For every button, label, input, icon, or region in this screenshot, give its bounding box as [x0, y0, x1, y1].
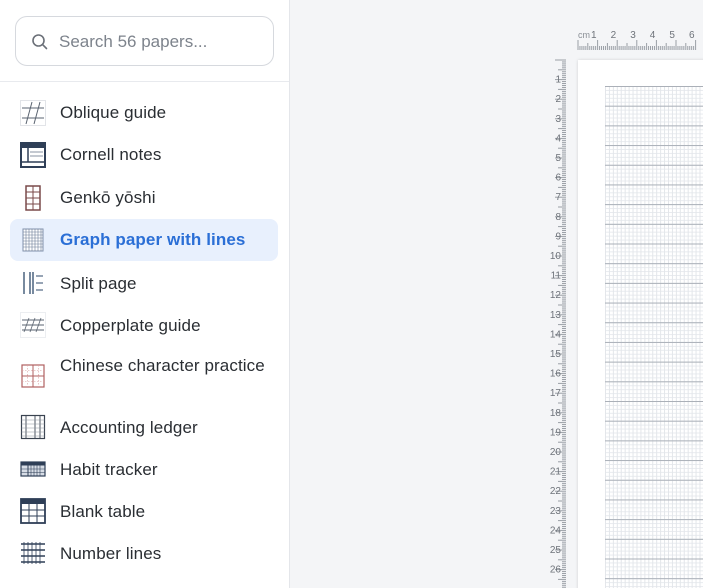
paper-sidebar: Oblique guide Cornell notes Genkō yōshi — [0, 0, 290, 588]
ruler-tick-label: 23 — [550, 506, 562, 517]
paper-item-habit-tracker[interactable]: Habit tracker — [10, 456, 278, 482]
chinese-character-practice-icon — [21, 364, 45, 388]
ruler-tick-label: 15 — [550, 349, 562, 360]
paper-label: Habit tracker — [60, 460, 158, 479]
ruler-tick-label: 9 — [555, 231, 561, 242]
ruler-tick-label: 21 — [550, 467, 562, 478]
paper-item-accounting-ledger[interactable]: Accounting ledger — [10, 414, 278, 440]
ruler-tick-label: 3 — [555, 114, 561, 125]
paper-item-number-lines[interactable]: Number lines — [10, 540, 278, 566]
ruler-tick-label: 1 — [591, 30, 597, 41]
accounting-ledger-icon — [20, 414, 46, 440]
graph-grid — [605, 86, 703, 588]
paper-label: Chinese character practice — [60, 356, 265, 375]
ruler-tick-label: 11 — [551, 271, 562, 282]
split-page-icon — [22, 271, 44, 295]
paper-item-split-page[interactable]: Split page — [10, 270, 278, 296]
ruler-tick-label: 14 — [550, 329, 562, 340]
habit-tracker-icon — [20, 461, 46, 477]
copperplate-guide-icon — [20, 312, 46, 338]
ruler-tick-label: 20 — [550, 447, 562, 458]
paper-item-cornell-notes[interactable]: Cornell notes — [10, 142, 278, 168]
ruler-tick-label: 6 — [555, 173, 561, 184]
ruler-tick-label: 19 — [550, 427, 562, 438]
ruler-tick-label: 6 — [689, 30, 695, 41]
paper-label: Accounting ledger — [60, 418, 198, 437]
ruler-tick-label: 22 — [550, 486, 562, 497]
ruler-tick-label: 16 — [550, 369, 562, 380]
paper-label: Split page — [60, 274, 137, 293]
cornell-notes-icon — [20, 142, 46, 168]
ruler-tick-label: 18 — [550, 408, 562, 419]
paper-label: Copperplate guide — [60, 316, 201, 335]
ruler-tick-label: 8 — [555, 212, 561, 223]
horizontal-ruler: cm 1 2 3 4 5 6 — [577, 30, 697, 50]
search-area — [0, 0, 289, 82]
ruler-tick-label: 3 — [630, 30, 636, 41]
ruler-tick-label: 5 — [555, 153, 561, 164]
preview-canvas: cm 123456 1 2 3 4 5 6 7 8 9 10 11 12 13 14 15 16 17 18 19 2… — [290, 0, 703, 588]
paper-preview — [578, 60, 703, 588]
paper-label: Cornell notes — [60, 145, 162, 164]
search-icon — [32, 34, 48, 50]
paper-item-chinese-character-practice[interactable]: Chinese character practice — [10, 352, 278, 400]
search-input[interactable] — [59, 27, 264, 57]
ruler-tick-label: 12 — [550, 290, 562, 301]
ruler-tick-label: 1 — [555, 75, 561, 86]
vertical-ruler: 1234567891011121314151617181920212223242… — [550, 59, 566, 588]
paper-item-oblique-guide[interactable]: Oblique guide — [10, 100, 278, 126]
paper-label: Number lines — [60, 544, 162, 563]
ruler-tick-label: 26 — [550, 565, 562, 576]
genko-yoshi-icon — [25, 185, 41, 211]
paper-item-genko-yoshi[interactable]: Genkō yōshi — [10, 185, 278, 211]
oblique-guide-icon — [20, 100, 46, 126]
ruler-tick-label: 2 — [611, 30, 617, 41]
ruler-tick-label: 10 — [550, 251, 562, 262]
ruler-tick-label: 25 — [550, 545, 562, 556]
ruler-tick-label: 4 — [555, 133, 561, 144]
ruler-tick-label: 17 — [550, 388, 562, 399]
blank-table-icon — [20, 498, 46, 524]
paper-label: Oblique guide — [60, 103, 167, 122]
ruler-tick-label: 7 — [555, 192, 561, 203]
ruler-unit: cm — [578, 30, 590, 40]
ruler-tick-label: 24 — [550, 525, 562, 536]
ruler-tick-label: 2 — [555, 94, 561, 105]
paper-label: Graph paper with lines — [60, 230, 246, 249]
paper-label: Genkō yōshi — [60, 188, 156, 207]
ruler-tick-label: 13 — [550, 310, 562, 321]
search-box[interactable] — [15, 16, 274, 66]
ruler-tick-label: 4 — [650, 30, 656, 41]
graph-paper-icon — [22, 228, 44, 252]
number-lines-icon — [21, 542, 45, 564]
paper-item-blank-table[interactable]: Blank table — [10, 498, 278, 524]
paper-item-graph-paper-with-lines[interactable]: Graph paper with lines — [10, 219, 278, 261]
paper-label: Blank table — [60, 502, 146, 521]
paper-item-copperplate-guide[interactable]: Copperplate guide — [10, 312, 278, 338]
ruler-tick-label: 5 — [669, 30, 675, 41]
